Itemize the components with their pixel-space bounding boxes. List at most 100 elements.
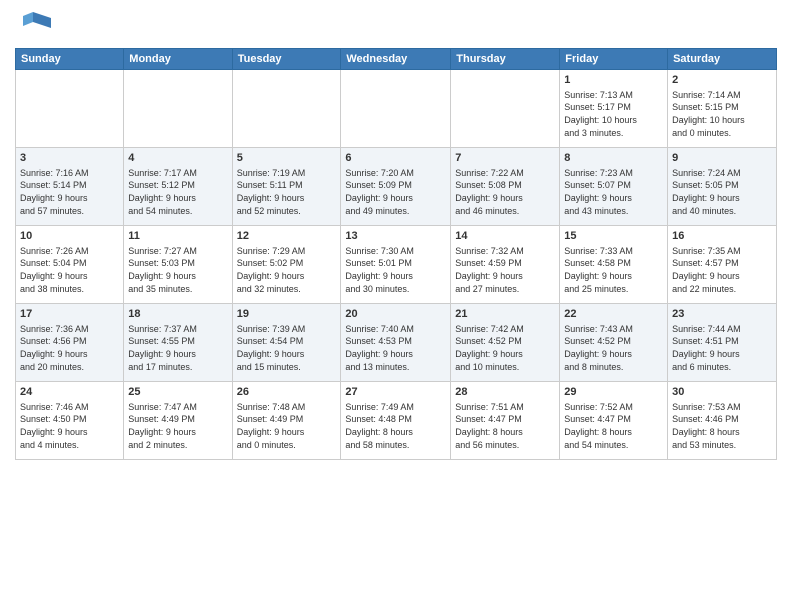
calendar-cell	[16, 70, 124, 148]
calendar-cell: 8Sunrise: 7:23 AM Sunset: 5:07 PM Daylig…	[560, 148, 668, 226]
weekday-header: Wednesday	[341, 49, 451, 70]
weekday-header: Sunday	[16, 49, 124, 70]
day-info: Sunrise: 7:14 AM Sunset: 5:15 PM Dayligh…	[672, 89, 772, 139]
day-number: 16	[672, 229, 772, 244]
day-number: 12	[237, 229, 337, 244]
calendar-cell: 18Sunrise: 7:37 AM Sunset: 4:55 PM Dayli…	[124, 304, 232, 382]
calendar-week-row: 10Sunrise: 7:26 AM Sunset: 5:04 PM Dayli…	[16, 226, 777, 304]
calendar-cell: 20Sunrise: 7:40 AM Sunset: 4:53 PM Dayli…	[341, 304, 451, 382]
calendar-cell: 9Sunrise: 7:24 AM Sunset: 5:05 PM Daylig…	[668, 148, 777, 226]
day-number: 25	[128, 385, 227, 400]
calendar-week-row: 1Sunrise: 7:13 AM Sunset: 5:17 PM Daylig…	[16, 70, 777, 148]
calendar-week-row: 3Sunrise: 7:16 AM Sunset: 5:14 PM Daylig…	[16, 148, 777, 226]
calendar-cell: 15Sunrise: 7:33 AM Sunset: 4:58 PM Dayli…	[560, 226, 668, 304]
day-number: 1	[564, 73, 663, 88]
calendar-cell: 11Sunrise: 7:27 AM Sunset: 5:03 PM Dayli…	[124, 226, 232, 304]
day-info: Sunrise: 7:48 AM Sunset: 4:49 PM Dayligh…	[237, 401, 337, 451]
calendar-cell: 25Sunrise: 7:47 AM Sunset: 4:49 PM Dayli…	[124, 382, 232, 460]
day-number: 29	[564, 385, 663, 400]
calendar-cell: 19Sunrise: 7:39 AM Sunset: 4:54 PM Dayli…	[232, 304, 341, 382]
page: SundayMondayTuesdayWednesdayThursdayFrid…	[0, 0, 792, 612]
calendar-cell: 22Sunrise: 7:43 AM Sunset: 4:52 PM Dayli…	[560, 304, 668, 382]
day-number: 22	[564, 307, 663, 322]
calendar-cell: 16Sunrise: 7:35 AM Sunset: 4:57 PM Dayli…	[668, 226, 777, 304]
day-number: 8	[564, 151, 663, 166]
day-number: 18	[128, 307, 227, 322]
calendar-cell: 29Sunrise: 7:52 AM Sunset: 4:47 PM Dayli…	[560, 382, 668, 460]
day-number: 6	[345, 151, 446, 166]
day-info: Sunrise: 7:24 AM Sunset: 5:05 PM Dayligh…	[672, 167, 772, 217]
day-info: Sunrise: 7:20 AM Sunset: 5:09 PM Dayligh…	[345, 167, 446, 217]
day-number: 14	[455, 229, 555, 244]
day-info: Sunrise: 7:27 AM Sunset: 5:03 PM Dayligh…	[128, 245, 227, 295]
day-info: Sunrise: 7:23 AM Sunset: 5:07 PM Dayligh…	[564, 167, 663, 217]
day-info: Sunrise: 7:51 AM Sunset: 4:47 PM Dayligh…	[455, 401, 555, 451]
calendar-cell	[232, 70, 341, 148]
header	[15, 10, 777, 40]
day-info: Sunrise: 7:13 AM Sunset: 5:17 PM Dayligh…	[564, 89, 663, 139]
day-info: Sunrise: 7:17 AM Sunset: 5:12 PM Dayligh…	[128, 167, 227, 217]
day-number: 23	[672, 307, 772, 322]
day-info: Sunrise: 7:22 AM Sunset: 5:08 PM Dayligh…	[455, 167, 555, 217]
calendar-cell: 2Sunrise: 7:14 AM Sunset: 5:15 PM Daylig…	[668, 70, 777, 148]
day-info: Sunrise: 7:32 AM Sunset: 4:59 PM Dayligh…	[455, 245, 555, 295]
day-info: Sunrise: 7:46 AM Sunset: 4:50 PM Dayligh…	[20, 401, 119, 451]
day-number: 24	[20, 385, 119, 400]
calendar-cell: 14Sunrise: 7:32 AM Sunset: 4:59 PM Dayli…	[451, 226, 560, 304]
day-info: Sunrise: 7:44 AM Sunset: 4:51 PM Dayligh…	[672, 323, 772, 373]
calendar-cell: 10Sunrise: 7:26 AM Sunset: 5:04 PM Dayli…	[16, 226, 124, 304]
day-number: 9	[672, 151, 772, 166]
calendar-cell: 17Sunrise: 7:36 AM Sunset: 4:56 PM Dayli…	[16, 304, 124, 382]
day-info: Sunrise: 7:33 AM Sunset: 4:58 PM Dayligh…	[564, 245, 663, 295]
day-number: 17	[20, 307, 119, 322]
day-number: 30	[672, 385, 772, 400]
day-info: Sunrise: 7:36 AM Sunset: 4:56 PM Dayligh…	[20, 323, 119, 373]
calendar-cell	[341, 70, 451, 148]
day-info: Sunrise: 7:39 AM Sunset: 4:54 PM Dayligh…	[237, 323, 337, 373]
calendar-cell: 27Sunrise: 7:49 AM Sunset: 4:48 PM Dayli…	[341, 382, 451, 460]
calendar-cell: 28Sunrise: 7:51 AM Sunset: 4:47 PM Dayli…	[451, 382, 560, 460]
logo-icon	[15, 10, 51, 40]
day-number: 5	[237, 151, 337, 166]
day-number: 4	[128, 151, 227, 166]
calendar-cell: 7Sunrise: 7:22 AM Sunset: 5:08 PM Daylig…	[451, 148, 560, 226]
day-number: 27	[345, 385, 446, 400]
weekday-header: Thursday	[451, 49, 560, 70]
day-info: Sunrise: 7:47 AM Sunset: 4:49 PM Dayligh…	[128, 401, 227, 451]
calendar-cell: 12Sunrise: 7:29 AM Sunset: 5:02 PM Dayli…	[232, 226, 341, 304]
calendar-cell	[451, 70, 560, 148]
day-info: Sunrise: 7:53 AM Sunset: 4:46 PM Dayligh…	[672, 401, 772, 451]
calendar-cell: 30Sunrise: 7:53 AM Sunset: 4:46 PM Dayli…	[668, 382, 777, 460]
day-info: Sunrise: 7:52 AM Sunset: 4:47 PM Dayligh…	[564, 401, 663, 451]
day-number: 3	[20, 151, 119, 166]
day-number: 21	[455, 307, 555, 322]
logo	[15, 10, 55, 40]
weekday-header: Friday	[560, 49, 668, 70]
calendar-cell: 23Sunrise: 7:44 AM Sunset: 4:51 PM Dayli…	[668, 304, 777, 382]
calendar-cell: 21Sunrise: 7:42 AM Sunset: 4:52 PM Dayli…	[451, 304, 560, 382]
calendar-cell: 4Sunrise: 7:17 AM Sunset: 5:12 PM Daylig…	[124, 148, 232, 226]
day-info: Sunrise: 7:35 AM Sunset: 4:57 PM Dayligh…	[672, 245, 772, 295]
day-number: 2	[672, 73, 772, 88]
calendar-week-row: 17Sunrise: 7:36 AM Sunset: 4:56 PM Dayli…	[16, 304, 777, 382]
calendar-cell: 6Sunrise: 7:20 AM Sunset: 5:09 PM Daylig…	[341, 148, 451, 226]
weekday-header: Saturday	[668, 49, 777, 70]
calendar-cell: 5Sunrise: 7:19 AM Sunset: 5:11 PM Daylig…	[232, 148, 341, 226]
day-number: 13	[345, 229, 446, 244]
day-info: Sunrise: 7:16 AM Sunset: 5:14 PM Dayligh…	[20, 167, 119, 217]
day-info: Sunrise: 7:26 AM Sunset: 5:04 PM Dayligh…	[20, 245, 119, 295]
day-number: 11	[128, 229, 227, 244]
day-number: 20	[345, 307, 446, 322]
day-number: 15	[564, 229, 663, 244]
day-info: Sunrise: 7:19 AM Sunset: 5:11 PM Dayligh…	[237, 167, 337, 217]
calendar-cell: 24Sunrise: 7:46 AM Sunset: 4:50 PM Dayli…	[16, 382, 124, 460]
calendar-header-row: SundayMondayTuesdayWednesdayThursdayFrid…	[16, 49, 777, 70]
calendar-cell: 3Sunrise: 7:16 AM Sunset: 5:14 PM Daylig…	[16, 148, 124, 226]
day-number: 28	[455, 385, 555, 400]
calendar-table: SundayMondayTuesdayWednesdayThursdayFrid…	[15, 48, 777, 460]
day-number: 10	[20, 229, 119, 244]
day-info: Sunrise: 7:40 AM Sunset: 4:53 PM Dayligh…	[345, 323, 446, 373]
day-info: Sunrise: 7:29 AM Sunset: 5:02 PM Dayligh…	[237, 245, 337, 295]
calendar-cell: 26Sunrise: 7:48 AM Sunset: 4:49 PM Dayli…	[232, 382, 341, 460]
weekday-header: Tuesday	[232, 49, 341, 70]
